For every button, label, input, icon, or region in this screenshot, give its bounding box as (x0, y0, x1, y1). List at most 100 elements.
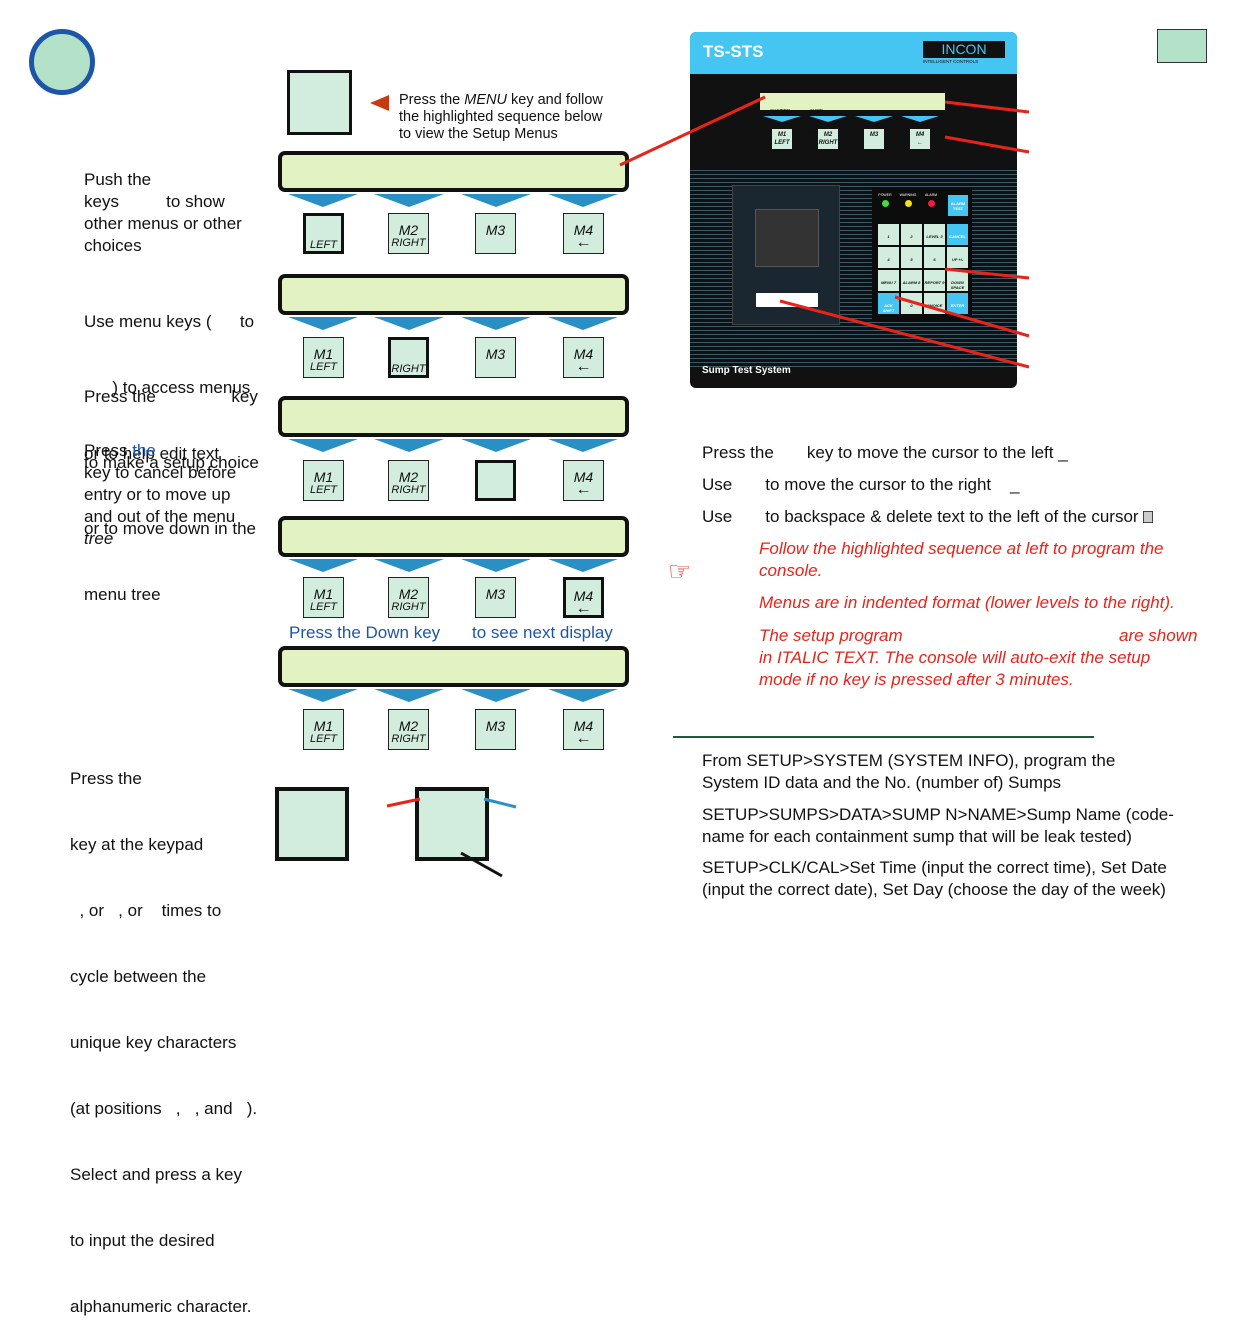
key-pointer-triangle (288, 439, 358, 452)
down-key-hint-left: Press the Down key (289, 623, 441, 642)
lcd-display (278, 396, 629, 437)
key-sublabel: LEFT (310, 484, 337, 496)
menu-key-m3: M3 (475, 577, 516, 618)
note-push-keys: Push the keys to show other menus or oth… (84, 169, 242, 257)
setup-step-clock: SETUP>CLK/CAL>Set Time (input the correc… (702, 858, 1167, 899)
note-line: key to cancel before (84, 463, 237, 482)
key-label: M2 (398, 586, 419, 602)
key-label: M1 (313, 718, 334, 734)
key-label: M1 (313, 346, 334, 362)
note-line: Press the (84, 441, 156, 460)
key-pointer-triangle (548, 317, 618, 330)
console-model: TS-STS (703, 42, 764, 61)
menu-key-m1: M1 LEFT (303, 460, 344, 501)
key-pointer-triangle (374, 439, 444, 452)
menu-key-m1: M1 LEFT (303, 709, 344, 750)
key-label: M3 (485, 718, 506, 734)
key-sublabel: ← (575, 358, 592, 375)
note-menus-indented: Menus are in indented format (lower leve… (759, 593, 1175, 612)
note-line: Push the (84, 170, 152, 189)
key-pointer-triangle (548, 689, 618, 702)
key-label: M3 (485, 586, 506, 602)
lcd-display (278, 151, 629, 192)
cursor-help-left: Press the key to move the cursor to the … (702, 442, 1068, 464)
key-pointer-triangle (374, 194, 444, 207)
key-label (306, 225, 341, 239)
note-line: key at the keypad (70, 835, 204, 854)
callout-lines (619, 95, 1030, 369)
page-badge-circle (29, 29, 95, 95)
cursor-help-backspace: Use to backspace & delete text to the le… (702, 506, 1154, 528)
down-key-hint-right: to see next display (472, 623, 613, 642)
note-line: menu tree (84, 585, 161, 604)
menu-key-m2: M2 RIGHT (388, 577, 429, 618)
menu-key-m3: M3 (475, 709, 516, 750)
menu-key-m3: M3 (475, 213, 516, 254)
note-line: Press the (70, 769, 142, 788)
console-header: TS-STS INCON INTELLIGENT CONTROLS (690, 32, 1017, 74)
note-line: Select and press a key (70, 1165, 242, 1184)
intro-line3: to view the Setup Menus (399, 126, 558, 142)
key-label: M2 (398, 469, 419, 485)
key-pointer-triangle (548, 194, 618, 207)
key-label: M2 (398, 222, 419, 238)
note-line: (at positions , , and ). (70, 1099, 258, 1118)
note-line: keys to show (84, 192, 225, 211)
note-line: tree (84, 529, 114, 548)
menu-key-m2: M2 RIGHT (388, 709, 429, 750)
menu-key-m1: M1 LEFT (303, 577, 344, 618)
help-lead: Use (702, 507, 733, 526)
key-sublabel: ← (575, 234, 592, 251)
note-cancel: Press the key to cancel before entry or … (84, 440, 236, 550)
key-sublabel: LEFT (310, 361, 337, 373)
key-sublabel: LEFT (310, 733, 337, 745)
key-pointer-triangle (288, 317, 358, 330)
menu-key-m4: M4 ← (563, 213, 604, 254)
key-pointer-triangle (374, 559, 444, 572)
menu-key-m2: RIGHT (388, 337, 429, 378)
key-label: M1 (313, 586, 334, 602)
key-pointer-triangle (374, 689, 444, 702)
cursor-help-right: Use to move the cursor to the right _ (702, 474, 1019, 496)
key-pointer-triangle (461, 194, 531, 207)
key-pointer-triangle (288, 194, 358, 207)
key-label (391, 349, 426, 363)
incon-logo-sub: INTELLIGENT CONTROLS (923, 59, 979, 64)
menu-key-m4: M4 ← (563, 337, 604, 378)
key-sublabel: RIGHT (391, 601, 426, 613)
key-sublabel: LEFT (310, 601, 337, 613)
intro-line1a: Press the (399, 92, 465, 108)
key-sublabel: LEFT (310, 239, 337, 251)
note-line: other menus or other (84, 214, 242, 233)
note-line: and out of the menu (84, 507, 236, 526)
help-text: key to move the cursor to the left _ (806, 443, 1068, 462)
menu-key-m3 (475, 460, 516, 501)
key-pointer-triangle (288, 559, 358, 572)
help-text: to backspace & delete text to the left o… (765, 507, 1139, 526)
incon-logo: INCON (923, 41, 1005, 58)
note-line: choices (84, 236, 142, 255)
position-callout-lines (386, 797, 517, 878)
help-lead: Use (702, 475, 733, 494)
note-line: to input the desired (70, 1231, 215, 1250)
help-text: to move the cursor to the right _ (765, 475, 1020, 494)
key-sublabel: ← (575, 730, 592, 747)
key-label: M3 (485, 222, 506, 238)
press-the-word: the (132, 441, 156, 460)
note-line: alphanumeric character. (70, 1297, 252, 1316)
intro-line1b: key and follow (506, 92, 603, 108)
key-sublabel: ← (575, 481, 592, 498)
note-line: unique key characters (70, 1033, 237, 1052)
menu-key-m1: LEFT (303, 213, 344, 254)
note-line: , or , or times to (70, 901, 222, 920)
help-lead: Press the (702, 443, 774, 462)
menu-key-m4: M4 ← (563, 577, 604, 618)
key-sublabel: ← (575, 600, 592, 617)
key-pointer-triangle (461, 559, 531, 572)
setup-step-system: From SETUP>SYSTEM (SYSTEM INFO), program… (702, 751, 1116, 792)
menu-key-m2: M2 RIGHT (388, 213, 429, 254)
key-sublabel: RIGHT (391, 237, 426, 249)
intro-line2: the highlighted sequence below (399, 109, 603, 125)
key-pointer-triangle (548, 559, 618, 572)
note-setup-program-b: are shown (1119, 626, 1198, 645)
